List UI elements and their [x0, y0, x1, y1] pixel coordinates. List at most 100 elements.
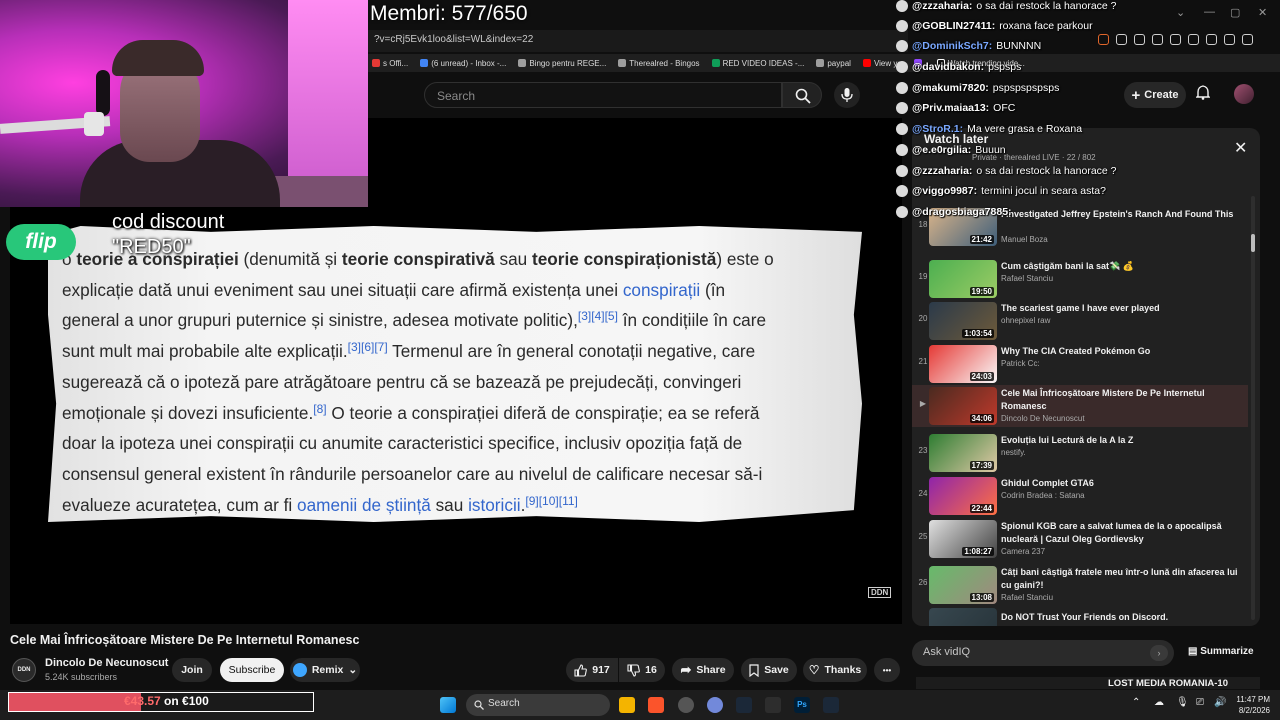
bookmark-item[interactable]: (6 unread) - Inbox -... — [420, 57, 506, 69]
playlist-item-title[interactable]: Spionul KGB care a salvat lumea de la o … — [1001, 520, 1241, 546]
subscribe-button[interactable]: Subscribe — [220, 658, 284, 682]
app-icon[interactable] — [678, 697, 694, 713]
extension-icon[interactable] — [1170, 34, 1181, 45]
ask-vidiq-input[interactable]: Ask vidIQ — [912, 640, 1174, 666]
playlist-item[interactable]: 24 22:44 Ghidul Complet GTA6 Codrin Bradea … — [912, 475, 1248, 517]
playlist-item-thumbnail[interactable] — [929, 608, 997, 626]
summarize-button[interactable]: ▤ Summarize — [1188, 646, 1254, 657]
webcam-window — [288, 0, 368, 180]
dislike-button[interactable]: 16 — [619, 658, 665, 682]
file-explorer-icon[interactable] — [619, 697, 635, 713]
playlist-item-thumbnail[interactable]: 24:03 — [929, 345, 997, 383]
thanks-button[interactable]: ♡ Thanks — [803, 658, 867, 682]
address-bar[interactable]: ?v=cRj5Evk1loo&list=WL&index=22 — [368, 30, 908, 52]
chat-text: Ma vere grasa e Roxana — [967, 123, 1083, 135]
search-button[interactable] — [782, 82, 822, 108]
playlist-item-thumbnail[interactable]: 34:06 — [929, 387, 997, 425]
playlist-item[interactable]: 23 17:39 Evoluția lui Lectură de la A la Z… — [912, 432, 1248, 474]
playlist-scrollbar[interactable] — [1251, 196, 1255, 620]
playlist-item-thumbnail[interactable]: 22:44 — [929, 477, 997, 515]
ask-send-button[interactable]: › — [1150, 645, 1168, 661]
playlist-item[interactable]: 25 1:08:27 Spionul KGB care a salvat lumea… — [912, 518, 1248, 560]
notifications-bell-icon[interactable] — [1195, 85, 1211, 103]
playlist-item[interactable]: ▶ 34:06 Cele Mai Înfricoșătoare Mistere De… — [912, 385, 1248, 427]
steam-icon[interactable] — [736, 697, 752, 713]
network-icon[interactable]: ⎚ — [1196, 697, 1204, 708]
extension-icon[interactable] — [1224, 34, 1235, 45]
chevron-down-icon[interactable]: ⌄ — [1176, 6, 1185, 19]
maximize-icon[interactable]: ▢ — [1230, 6, 1240, 19]
playlist-item-thumbnail[interactable]: 13:08 — [929, 566, 997, 604]
wiki-line: general a unor grupuri puternice și sini… — [62, 309, 767, 331]
bookmark-item[interactable]: s Offi... — [372, 57, 408, 69]
playlist-scroll-thumb[interactable] — [1251, 234, 1255, 252]
playlist-item-title[interactable]: Câți bani câștigă fratele meu într-o lun… — [1001, 566, 1241, 592]
playlist-item-title[interactable]: Cum câștigăm bani la sat💸 💰 — [1001, 260, 1241, 273]
playlist-item[interactable]: 19 19:50 Cum câștigăm bani la sat💸 💰 Rafael… — [912, 258, 1248, 300]
chat-badge-icon — [896, 20, 908, 32]
playlist-item-thumbnail[interactable]: 1:08:27 — [929, 520, 997, 558]
account-avatar[interactable] — [1234, 84, 1254, 104]
playlist-item-thumbnail[interactable]: 1:03:54 — [929, 302, 997, 340]
playlist-item-title[interactable]: Why The CIA Created Pokémon Go — [1001, 345, 1241, 358]
bookmark-item[interactable]: Bingo pentru REGE... — [518, 57, 606, 69]
playlist-item[interactable]: Do NOT Trust Your Friends on Discord. — [912, 606, 1248, 626]
photoshop-icon[interactable]: Ps — [794, 697, 810, 713]
chat-message: @Priv.maiaa13: OFC — [896, 102, 1015, 114]
extension-icon[interactable] — [1242, 34, 1253, 45]
extension-icon[interactable] — [1098, 34, 1109, 45]
extension-icon[interactable] — [1206, 34, 1217, 45]
extension-icon[interactable] — [1116, 34, 1127, 45]
close-window-icon[interactable]: ✕ — [1258, 6, 1267, 19]
channel-name[interactable]: Dincolo De Necunoscut — [45, 657, 168, 669]
bookmark-item[interactable]: RED VIDEO IDEAS -... — [711, 57, 804, 69]
search-input[interactable]: Search — [424, 82, 782, 108]
like-button[interactable]: 917 — [566, 658, 618, 682]
steam-icon[interactable] — [823, 697, 839, 713]
minimize-icon[interactable]: — — [1204, 6, 1215, 18]
extension-icon[interactable] — [1188, 34, 1199, 45]
playlist-item[interactable]: 21 24:03 Why The CIA Created Pokémon Go Pat… — [912, 343, 1248, 385]
mic-icon — [841, 88, 853, 102]
taskbar-search[interactable]: Search — [466, 694, 610, 716]
playlist-item-thumbnail[interactable]: 17:39 — [929, 434, 997, 472]
playlist-item-title[interactable]: Evoluția lui Lectură de la A la Z — [1001, 434, 1241, 447]
chat-message: @DominikSch7: BUNNNN — [896, 40, 1041, 52]
chat-badge-icon — [896, 0, 908, 12]
playlist-item-title[interactable]: Do NOT Trust Your Friends on Discord. — [1001, 611, 1241, 624]
playlist-item-title[interactable]: Cele Mai Înfricoșătoare Mistere De Pe In… — [1001, 387, 1241, 413]
volume-icon[interactable]: 🔊 — [1214, 697, 1226, 708]
create-button[interactable]: + Create — [1124, 82, 1186, 108]
playlist-item-title[interactable]: I Investigated Jeffrey Epstein's Ranch A… — [1001, 208, 1241, 221]
close-icon[interactable]: ✕ — [1234, 138, 1247, 158]
extension-icon[interactable] — [1152, 34, 1163, 45]
windows-start-icon[interactable] — [440, 697, 456, 713]
voice-search-button[interactable] — [834, 82, 860, 108]
tray-chevron-icon[interactable]: ⌃ — [1132, 697, 1140, 708]
discord-icon[interactable] — [707, 697, 723, 713]
playlist-item[interactable]: 26 13:08 Câți bani câștigă fratele meu înt… — [912, 564, 1248, 606]
chat-text: o sa dai restock la hanorace ? — [976, 0, 1117, 12]
playlist-item-channel: Rafael Stanciu — [1001, 274, 1054, 283]
playlist-item-thumbnail[interactable]: 19:50 — [929, 260, 997, 298]
share-button[interactable]: ➦ Share — [672, 658, 734, 682]
brave-browser-icon[interactable] — [648, 697, 664, 713]
clock[interactable]: 11:47 PM 8/2/2026 — [1230, 694, 1270, 716]
playlist-item-title[interactable]: The scariest game I have ever played — [1001, 302, 1241, 315]
extension-icon[interactable] — [1134, 34, 1145, 45]
playlist-item-index: 18 — [918, 220, 928, 229]
next-video-title[interactable]: LOST MEDIA ROMANIA-10 — [1108, 678, 1228, 689]
microphone-icon[interactable]: 🎙 — [1176, 697, 1189, 708]
bookmark-item[interactable]: paypal — [816, 57, 851, 69]
channel-avatar[interactable]: DDN — [12, 658, 36, 682]
tray-app-icon[interactable]: ☁ — [1154, 697, 1164, 708]
more-actions-button[interactable]: ••• — [874, 658, 900, 682]
playlist-item-title[interactable]: Ghidul Complet GTA6 — [1001, 477, 1241, 490]
save-button[interactable]: Save — [741, 658, 797, 682]
remix-button[interactable]: Remix ⌄ — [290, 658, 360, 682]
chat-badge-icon — [896, 185, 908, 197]
playlist-item[interactable]: 20 1:03:54 The scariest game I have ever p… — [912, 300, 1248, 342]
bookmark-item[interactable]: Therealred - Bingos — [618, 57, 700, 69]
app-icon[interactable] — [765, 697, 781, 713]
join-button[interactable]: Join — [172, 658, 212, 682]
